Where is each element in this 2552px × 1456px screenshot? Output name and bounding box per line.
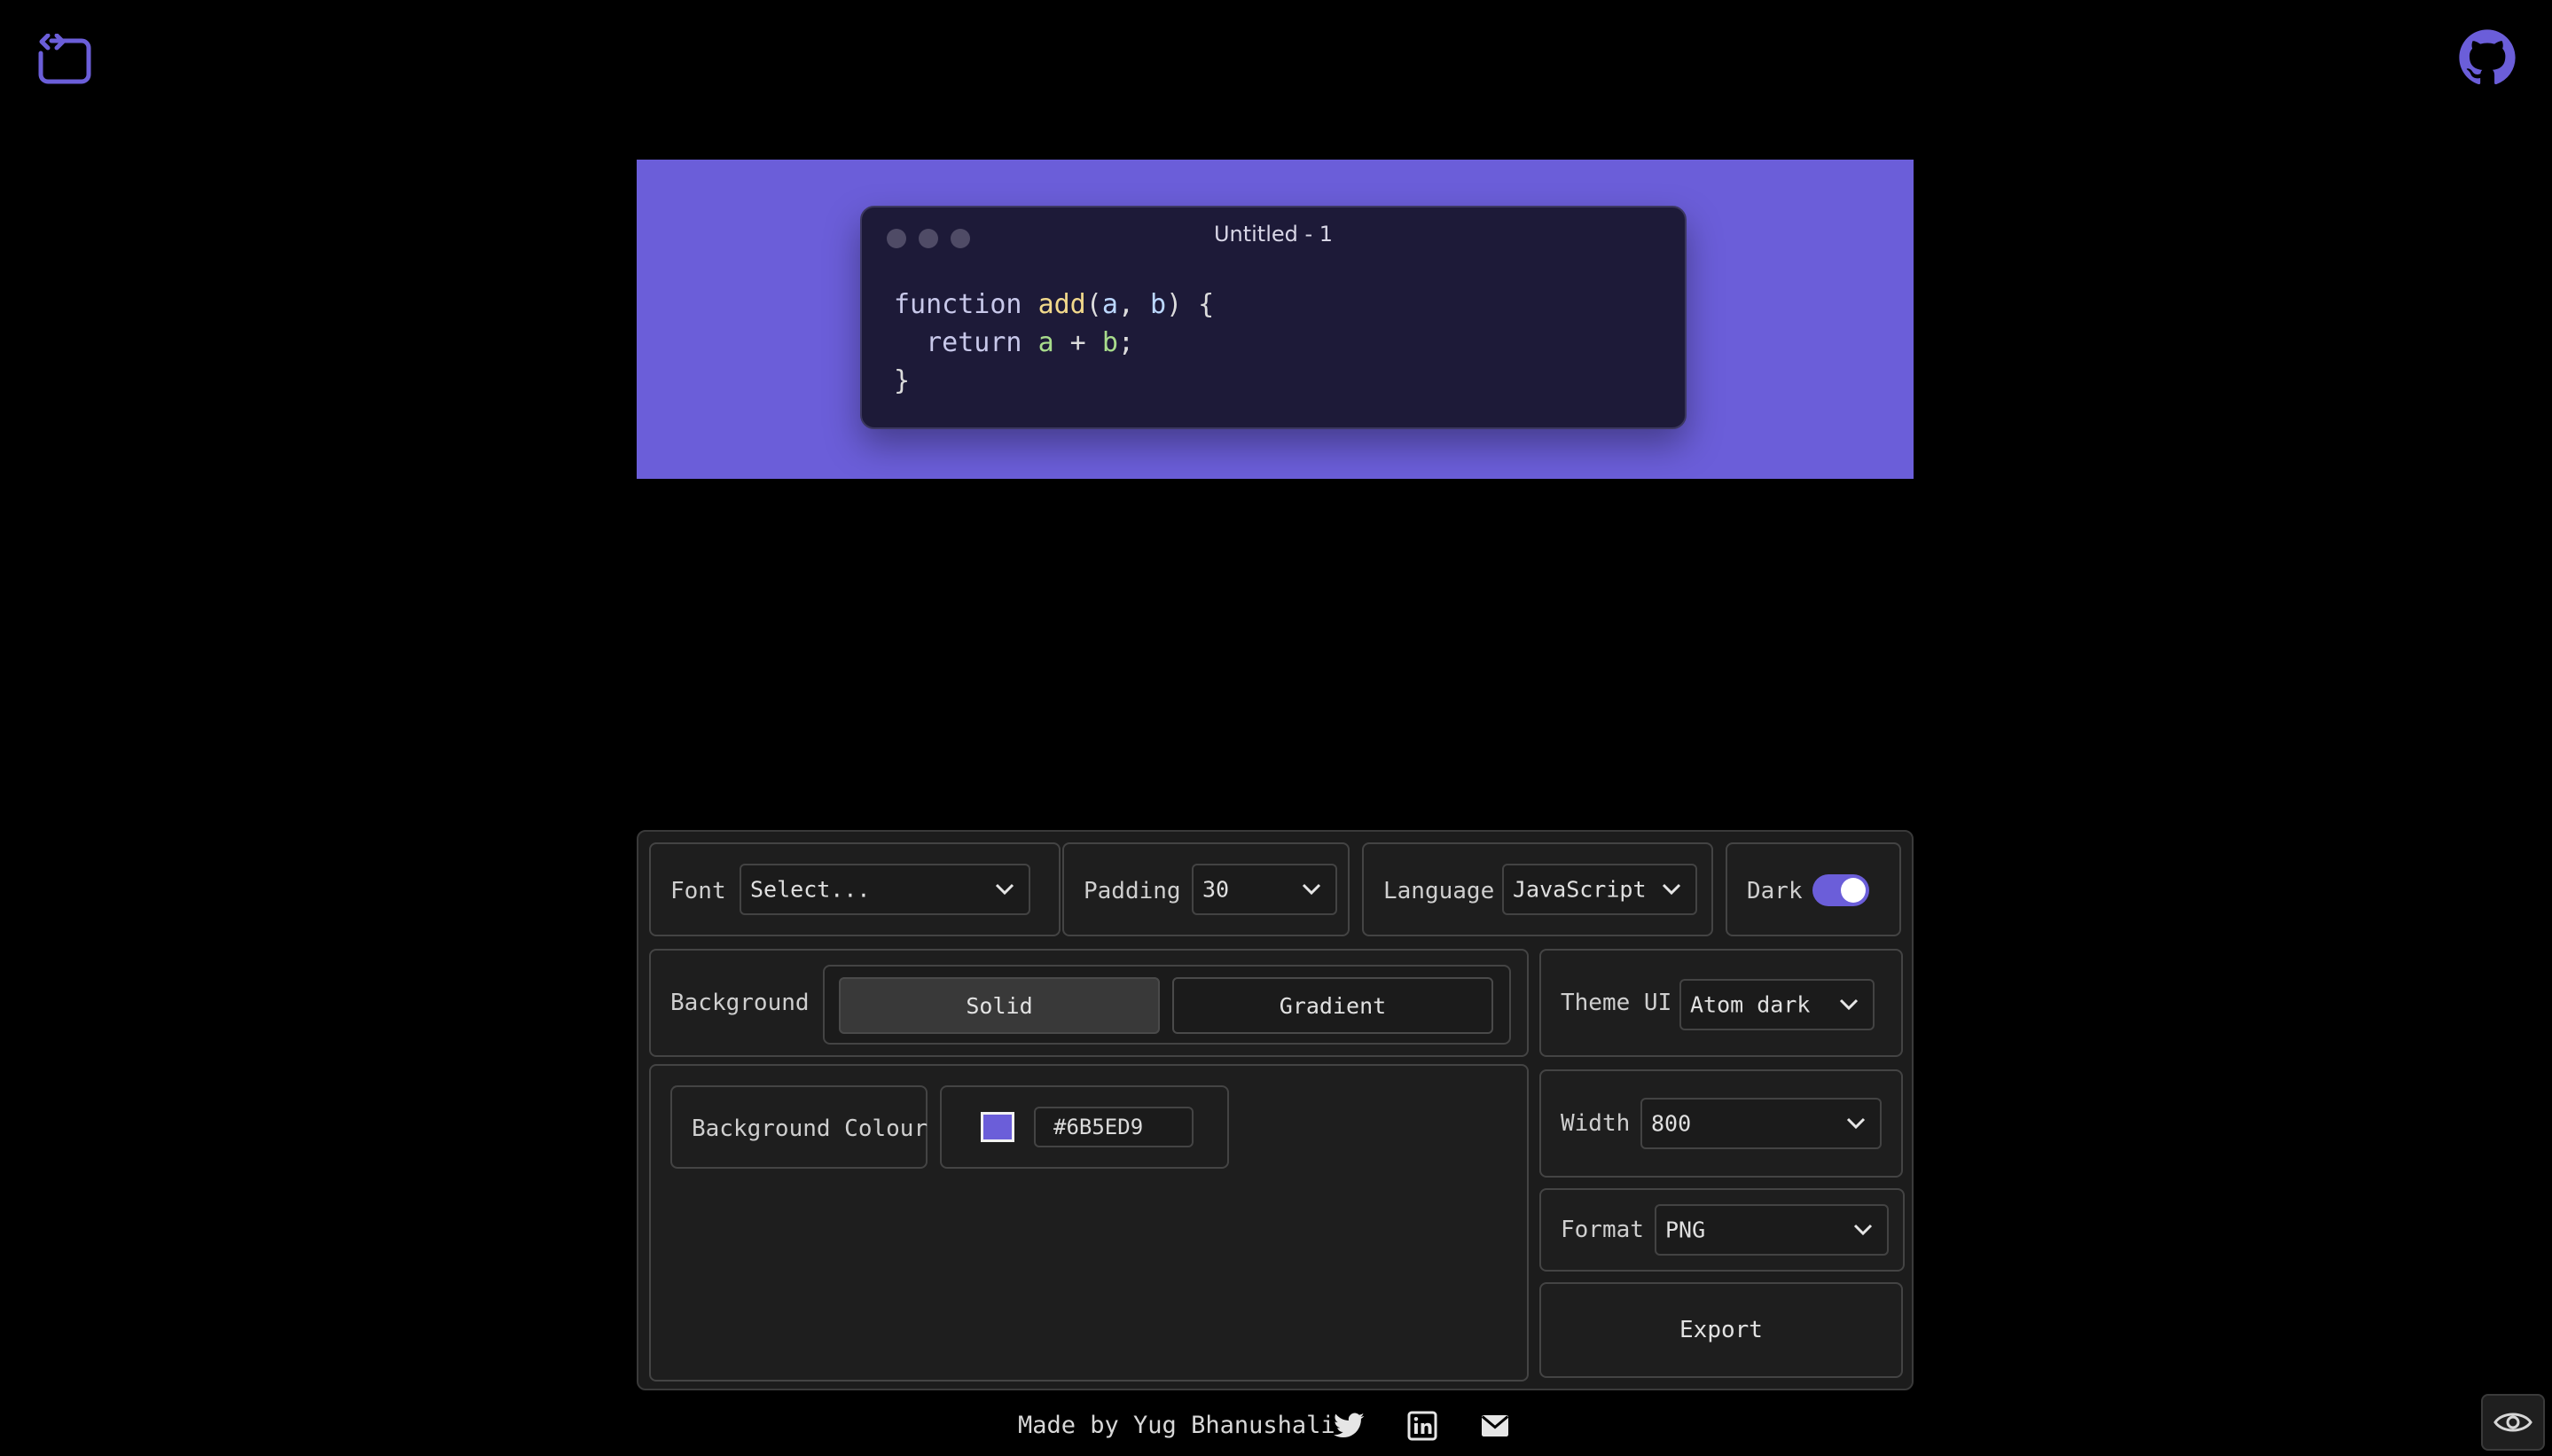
language-label: Language <box>1383 878 1495 904</box>
format-control: Format PNG <box>1539 1188 1905 1272</box>
background-colour-label: Background Colour <box>692 1115 928 1142</box>
twitter-icon[interactable] <box>1332 1410 1367 1442</box>
code-line: return a + b; <box>894 324 1214 362</box>
dark-mode-toggle[interactable] <box>1812 874 1869 906</box>
code-token: ; <box>1117 327 1134 358</box>
background-solid-button[interactable]: Solid <box>839 977 1160 1034</box>
code-token: , <box>1117 289 1150 320</box>
language-control: Language JavaScript <box>1362 842 1713 936</box>
chevron-down-icon <box>1662 883 1681 896</box>
background-control: Background Solid Gradient <box>649 949 1529 1057</box>
made-by-text: Made by Yug Bhanushali <box>1018 1412 1335 1439</box>
background-colour-label-box: Background Colour <box>670 1085 928 1169</box>
font-select-value: Select... <box>750 876 871 903</box>
dark-label: Dark <box>1747 878 1803 904</box>
font-control: Font Select... <box>649 842 1061 936</box>
width-select-value: 800 <box>1651 1110 1692 1137</box>
theme-ui-select-value: Atom dark <box>1690 991 1811 1018</box>
width-control: Width 800 <box>1539 1069 1903 1178</box>
code-line: function add(a, b) { <box>894 286 1214 324</box>
github-icon[interactable] <box>2458 28 2517 87</box>
toggle-knob <box>1841 878 1866 903</box>
format-label: Format <box>1561 1217 1644 1243</box>
export-button[interactable]: Export <box>1539 1282 1903 1378</box>
chevron-down-icon <box>1853 1224 1873 1236</box>
language-select[interactable]: JavaScript <box>1502 864 1697 915</box>
code-token: + <box>1053 327 1102 358</box>
chevron-down-icon <box>995 883 1014 896</box>
code-token: ) { <box>1166 289 1215 320</box>
format-select-value: PNG <box>1665 1217 1706 1243</box>
background-type-group: Solid Gradient <box>823 965 1511 1045</box>
chevron-down-icon <box>1846 1117 1866 1130</box>
format-select[interactable]: PNG <box>1655 1204 1889 1256</box>
background-colour-picker: #6B5ED9 <box>940 1085 1229 1169</box>
window-title[interactable]: Untitled - 1 <box>862 222 1685 247</box>
language-select-value: JavaScript <box>1513 876 1647 903</box>
width-label: Width <box>1561 1110 1631 1137</box>
dark-mode-control: Dark <box>1726 842 1901 936</box>
code-token: } <box>894 365 911 396</box>
hex-input[interactable]: #6B5ED9 <box>1034 1107 1194 1147</box>
code-token: b <box>1150 289 1167 320</box>
theme-ui-label: Theme UI <box>1561 990 1672 1016</box>
chevron-down-icon <box>1839 998 1859 1011</box>
code-token: ( <box>1085 289 1102 320</box>
preview-toggle-button[interactable] <box>2481 1394 2545 1451</box>
padding-select-value: 30 <box>1202 876 1230 903</box>
app-logo-icon[interactable] <box>35 34 94 89</box>
code-token: a <box>1037 327 1054 358</box>
padding-control: Padding 30 <box>1062 842 1350 936</box>
eye-icon <box>2493 1413 2532 1432</box>
theme-ui-control: Theme UI Atom dark <box>1539 949 1903 1057</box>
code-token: a <box>1101 289 1118 320</box>
font-select[interactable]: Select... <box>740 864 1030 915</box>
colour-swatch[interactable] <box>981 1112 1014 1142</box>
preview-frame: Untitled - 1 function add(a, b) { return… <box>637 160 1914 479</box>
controls-panel: Font Select... Padding 30 Language JavaS… <box>637 830 1914 1390</box>
code-line: } <box>894 362 1214 400</box>
code-editor[interactable]: function add(a, b) { return a + b;} <box>894 286 1214 400</box>
background-settings-area: Background Colour #6B5ED9 <box>649 1064 1529 1382</box>
chevron-down-icon <box>1302 883 1321 896</box>
code-token: return <box>894 327 1038 358</box>
width-select[interactable]: 800 <box>1640 1098 1882 1149</box>
code-token: function <box>894 289 1038 320</box>
theme-ui-select[interactable]: Atom dark <box>1679 979 1875 1030</box>
code-token: add <box>1037 289 1086 320</box>
padding-select[interactable]: 30 <box>1192 864 1337 915</box>
linkedin-icon[interactable] <box>1405 1410 1440 1442</box>
code-token: b <box>1101 327 1118 358</box>
mail-icon[interactable] <box>1477 1410 1513 1442</box>
footer: Made by Yug Bhanushali <box>0 1408 2552 1445</box>
background-gradient-button[interactable]: Gradient <box>1172 977 1493 1034</box>
padding-label: Padding <box>1084 878 1181 904</box>
font-label: Font <box>670 878 726 904</box>
code-window: Untitled - 1 function add(a, b) { return… <box>860 206 1687 429</box>
background-label: Background <box>670 990 810 1016</box>
